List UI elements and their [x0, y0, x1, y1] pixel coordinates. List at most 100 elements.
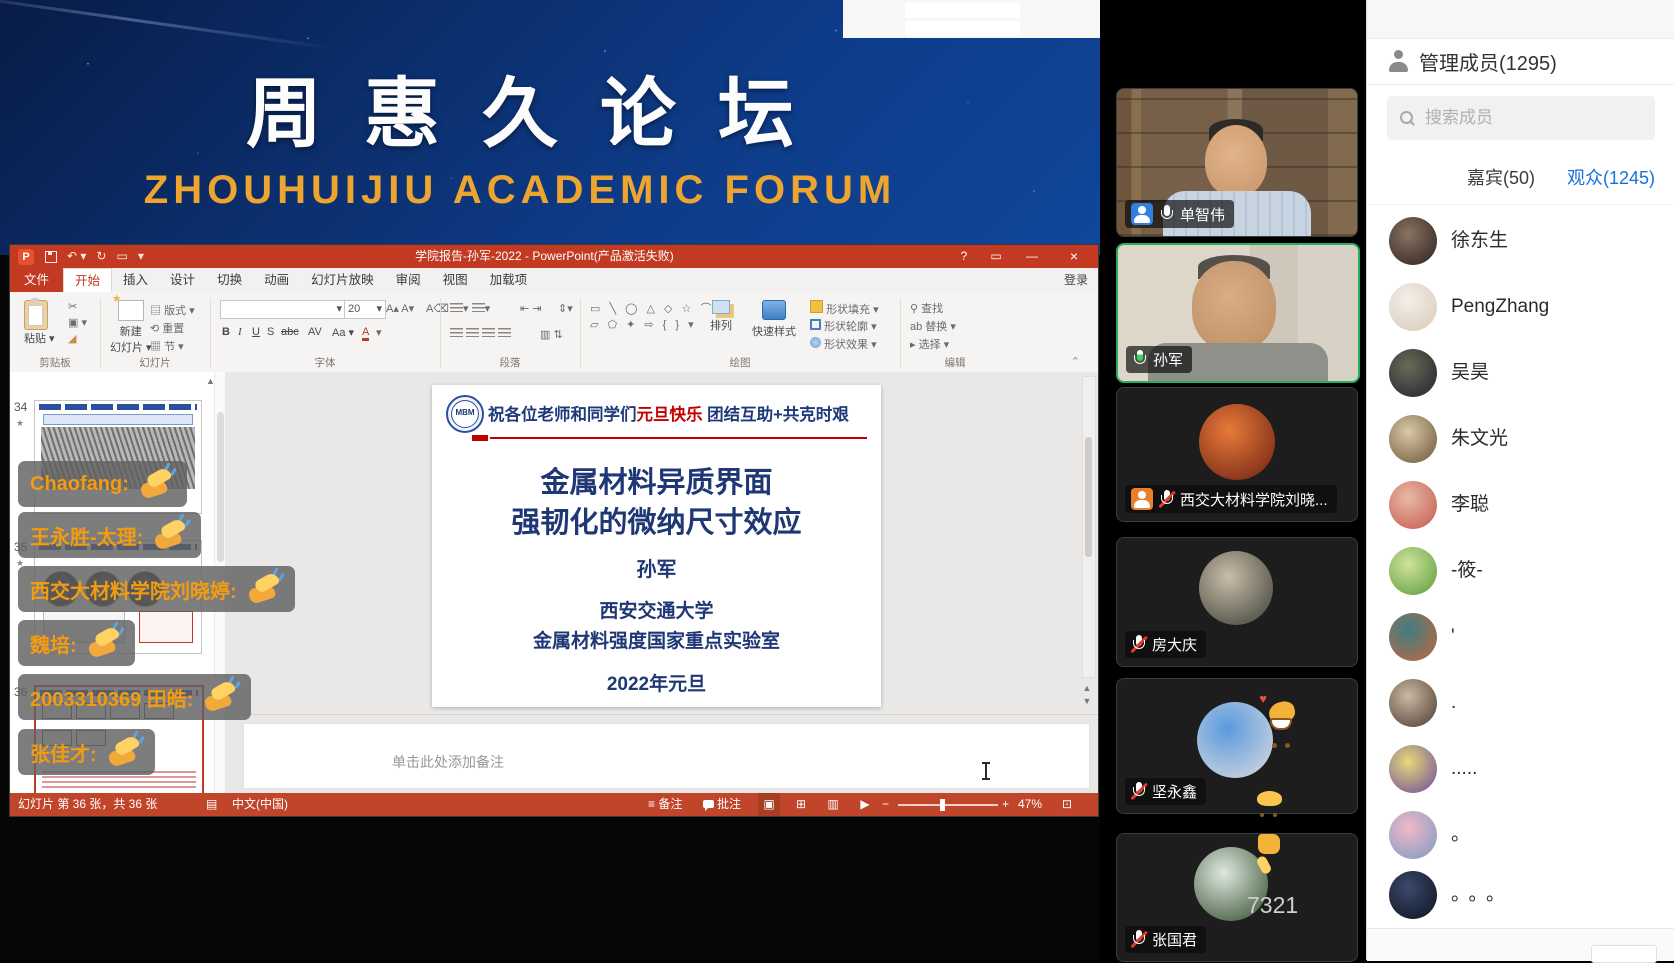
redo-icon[interactable]: ↻: [96, 245, 106, 268]
prev-next-slide-buttons[interactable]: ▲▼: [1078, 682, 1096, 708]
layout-button[interactable]: ▤ 版式 ▾: [150, 302, 195, 318]
font-name-select[interactable]: ▾: [220, 300, 346, 319]
select-button[interactable]: ▸ 选择 ▾: [910, 336, 949, 352]
cut-icon[interactable]: ✂: [68, 300, 77, 313]
language-icon[interactable]: ▤: [206, 793, 217, 816]
slide-sorter-icon[interactable]: ⊞: [790, 793, 812, 816]
member-row[interactable]: -筱-: [1367, 538, 1674, 604]
member-row[interactable]: PengZhang: [1367, 274, 1674, 340]
language-label[interactable]: 中文(中国): [232, 793, 288, 816]
paste-button[interactable]: 粘贴 ▾: [24, 300, 55, 346]
shape-fill-button[interactable]: 形状填充 ▾: [810, 300, 879, 317]
help-button[interactable]: ?: [950, 245, 978, 268]
thumbnail-scrollbar-thumb[interactable]: [217, 412, 224, 562]
member-row[interactable]: 吴昊: [1367, 340, 1674, 406]
member-row[interactable]: 。。。: [1367, 862, 1674, 928]
video-tile-jian-yongxin[interactable]: 坚永鑫: [1116, 678, 1358, 814]
undo-icon[interactable]: ↶ ▾: [67, 245, 86, 268]
new-slide-button[interactable]: 新建幻灯片 ▾: [110, 300, 152, 355]
font-size-select[interactable]: 20 ▾: [344, 300, 386, 319]
member-row[interactable]: 朱文光: [1367, 406, 1674, 472]
underline-button[interactable]: U: [252, 326, 260, 338]
tab-slideshow[interactable]: 幻灯片放映: [300, 268, 385, 292]
font-color-button[interactable]: A: [362, 326, 369, 341]
clear-format-icon[interactable]: A⌫: [426, 302, 449, 315]
slide-canvas-area[interactable]: MBM 祝各位老师和同学们元旦快乐 团结互助+共克时艰 金属材料异质界面 强韧化…: [225, 372, 1098, 714]
slide-scrollbar-thumb[interactable]: [1085, 437, 1092, 557]
italic-button[interactable]: I: [238, 326, 242, 338]
member-row[interactable]: .: [1367, 670, 1674, 736]
member-row[interactable]: ': [1367, 604, 1674, 670]
signin-link[interactable]: 登录: [1064, 268, 1088, 292]
zoom-in-icon[interactable]: +: [1002, 793, 1009, 816]
title-bar[interactable]: P ↶ ▾ ↻ ▭ ▾ 学院报告-孙军-2022 - PowerPoint(产品…: [10, 245, 1098, 268]
notes-toggle[interactable]: ≡ 备注: [648, 793, 682, 816]
align-icons[interactable]: [450, 328, 511, 340]
slideshow-view-icon[interactable]: ▶: [854, 793, 876, 816]
video-tile-liu-xiaoting[interactable]: 西交大材料学院刘晓...: [1116, 387, 1358, 522]
notes-pane[interactable]: 单击此处添加备注: [225, 714, 1098, 794]
footer-button-partial[interactable]: [1591, 945, 1657, 963]
member-row[interactable]: 徐东生: [1367, 208, 1674, 274]
fit-to-window-icon[interactable]: ⊡: [1062, 793, 1072, 816]
collapse-ribbon-icon[interactable]: ⌃: [1071, 355, 1080, 368]
normal-view-icon[interactable]: ▣: [758, 793, 780, 816]
video-tile-fang-daqing[interactable]: 房大庆: [1116, 537, 1358, 667]
section-button[interactable]: ▦ 节 ▾: [150, 338, 184, 354]
search-input[interactable]: [1423, 107, 1627, 129]
tab-audience-active[interactable]: 观众(1245): [1567, 152, 1655, 204]
comments-toggle[interactable]: 批注: [703, 793, 741, 816]
line-spacing-icon[interactable]: ⇕▾: [558, 302, 573, 315]
video-tile-shan-zhiwei[interactable]: 单智伟: [1116, 88, 1358, 237]
member-row[interactable]: .....: [1367, 736, 1674, 802]
strikethrough-button[interactable]: abc: [281, 326, 299, 338]
tab-animations[interactable]: 动画: [253, 268, 300, 292]
quick-styles-button[interactable]: 快速样式: [752, 300, 796, 339]
tab-insert[interactable]: 插入: [112, 268, 159, 292]
shadow-button[interactable]: S: [267, 326, 274, 338]
start-presentation-icon[interactable]: ▭: [116, 245, 127, 268]
copy-icon[interactable]: ▣ ▾: [68, 316, 87, 329]
find-button[interactable]: ⚲ 查找: [910, 300, 943, 316]
notes-input-area[interactable]: 单击此处添加备注: [243, 723, 1090, 789]
zoom-slider-thumb[interactable]: [940, 799, 945, 811]
current-slide[interactable]: MBM 祝各位老师和同学们元旦快乐 团结互助+共克时艰 金属材料异质界面 强韧化…: [432, 385, 881, 707]
shape-outline-button[interactable]: 形状轮廓 ▾: [810, 318, 877, 334]
member-row[interactable]: 。: [1367, 802, 1674, 868]
member-row[interactable]: 李聪: [1367, 472, 1674, 538]
tab-transitions[interactable]: 切换: [206, 268, 253, 292]
bullets-icon[interactable]: ▾ ▾: [450, 302, 490, 315]
shapes-gallery-row2[interactable]: ▱ ⬠ ✦ ⇨ { } ▾: [590, 318, 697, 331]
member-search-box[interactable]: [1387, 96, 1655, 140]
format-painter-icon[interactable]: ◢: [68, 332, 76, 345]
minimize-button[interactable]: —: [1018, 245, 1046, 268]
columns-icon[interactable]: ▥ ⇅: [540, 328, 563, 341]
quick-access-more-icon[interactable]: ▾: [138, 245, 144, 268]
video-tile-sun-jun-speaking[interactable]: 孙军: [1116, 243, 1360, 383]
tab-design[interactable]: 设计: [159, 268, 206, 292]
tab-addins[interactable]: 加载项: [479, 268, 539, 292]
zoom-slider-track[interactable]: [898, 804, 998, 806]
grow-font-icon[interactable]: A▴ A▾: [386, 302, 414, 315]
arrange-button[interactable]: 排列: [710, 300, 732, 333]
zoom-out-icon[interactable]: −: [882, 793, 889, 816]
zoom-level[interactable]: 47%: [1018, 793, 1042, 816]
change-case-button[interactable]: Aa ▾: [332, 326, 354, 339]
slide-scrollbar[interactable]: [1082, 376, 1096, 678]
tab-view[interactable]: 视图: [432, 268, 479, 292]
font-color-more-icon[interactable]: ▾: [376, 326, 382, 339]
char-spacing-button[interactable]: AV: [308, 326, 322, 338]
tab-guests[interactable]: 嘉宾(50): [1467, 152, 1535, 204]
video-tile-zhang-guojun[interactable]: 7321 张国君: [1116, 833, 1358, 962]
replace-button[interactable]: ab 替换 ▾: [910, 318, 956, 334]
close-button[interactable]: ×: [1060, 245, 1088, 268]
save-icon[interactable]: [45, 251, 57, 263]
tab-file[interactable]: 文件: [10, 268, 63, 292]
reset-button[interactable]: ⟲ 重置: [150, 320, 184, 336]
indent-icons[interactable]: ⇤ ⇥: [520, 302, 542, 315]
bold-button[interactable]: B: [222, 326, 230, 338]
tab-home[interactable]: 开始: [63, 268, 112, 292]
shape-effects-button[interactable]: 形状效果 ▾: [810, 336, 877, 352]
shapes-gallery-row1[interactable]: ▭ ╲ ◯ △ ◇ ☆ ⌒: [590, 300, 714, 316]
tab-review[interactable]: 审阅: [385, 268, 432, 292]
